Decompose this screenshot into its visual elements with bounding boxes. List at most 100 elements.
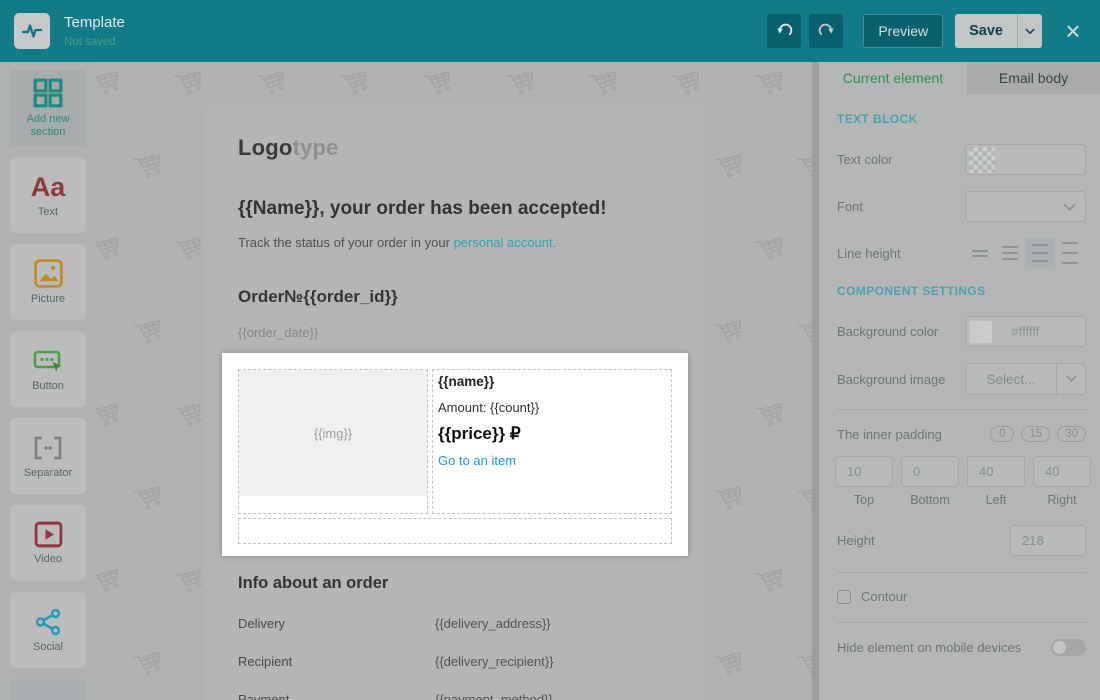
save-split-button: Save: [955, 14, 1042, 48]
contour-label: Contour: [861, 589, 908, 604]
sidebar-item-button[interactable]: Button: [10, 331, 86, 407]
logo-light: type: [292, 135, 339, 160]
line-height-option-3-selected[interactable]: [1025, 238, 1055, 268]
empty-text-row[interactable]: [238, 518, 672, 544]
padding-bottom-input[interactable]: [901, 456, 959, 487]
inner-padding-label: The inner padding: [837, 426, 942, 442]
product-text-cell[interactable]: {{name}} Amount: {{count}} {{price}} ₽ G…: [432, 369, 672, 514]
close-editor-button[interactable]: ×: [1058, 14, 1088, 48]
text-icon: Aa: [30, 171, 66, 202]
info-value: {{payment_method}}: [435, 692, 553, 700]
height-input[interactable]: [1010, 525, 1086, 556]
sidebar-item-label: Text: [37, 205, 59, 218]
font-select[interactable]: [965, 191, 1086, 222]
undo-button[interactable]: [767, 14, 802, 48]
padding-preset-30[interactable]: 30: [1057, 426, 1086, 442]
background-color-input[interactable]: #ffffff: [965, 316, 1086, 347]
text-color-picker[interactable]: [965, 144, 1086, 175]
info-label: Delivery: [238, 616, 285, 631]
settings-panel: Current element Email body TEXT BLOCK Te…: [819, 62, 1100, 700]
background-image-control: Select...: [965, 363, 1086, 395]
padding-top-input[interactable]: [835, 456, 893, 487]
product-amount[interactable]: Amount: {{count}}: [438, 400, 671, 415]
chevron-down-icon: [1025, 28, 1035, 35]
info-row-delivery[interactable]: Delivery {{delivery_address}}: [238, 616, 672, 631]
redo-icon: [818, 23, 834, 35]
info-label: Recipient: [238, 654, 293, 669]
font-label: Font: [837, 199, 864, 214]
background-color-label: Background color: [837, 324, 939, 339]
component-settings-section-title: COMPONENT SETTINGS: [837, 284, 986, 298]
sidebar-item-add-new-section[interactable]: Add new section: [10, 70, 86, 146]
line-height-option-1[interactable]: [965, 238, 995, 268]
grid-icon: [33, 78, 63, 108]
panel-tabs: Current element Email body: [819, 62, 1100, 94]
contour-checkbox[interactable]: [837, 589, 851, 604]
subtext: Track the status of your order in your: [238, 235, 454, 250]
padding-presets: 0 15 30: [990, 426, 1086, 442]
padding-preset-0[interactable]: 0: [990, 426, 1015, 442]
line-height-option-2[interactable]: [995, 238, 1025, 268]
padding-preset-15[interactable]: 15: [1021, 426, 1051, 442]
save-dropdown-button[interactable]: [1017, 14, 1042, 48]
divider: [837, 572, 1086, 573]
button-icon: [33, 350, 62, 372]
sidebar-item-label: Add new section: [26, 113, 70, 138]
email-subtext-block[interactable]: Track the status of your order in your p…: [238, 235, 672, 250]
video-icon: [34, 521, 62, 548]
selected-section[interactable]: {{img}} {{name}} Amount: {{count}} {{pri…: [222, 353, 688, 556]
sidebar-item-label: Video: [34, 553, 62, 565]
blocks-sidebar: Add new section Aa Text Picture Button S…: [0, 62, 95, 700]
canvas-scrollbar[interactable]: [812, 62, 819, 700]
redo-button[interactable]: [809, 14, 844, 48]
share-icon: [35, 608, 60, 635]
padding-left-caption: Left: [985, 493, 1007, 507]
preview-button[interactable]: Preview: [863, 14, 944, 48]
separator-icon: [34, 436, 62, 459]
image-placeholder[interactable]: {{img}}: [239, 370, 427, 496]
padding-right-input[interactable]: [1033, 456, 1091, 487]
padding-inputs: Top Bottom Left Right: [835, 456, 1091, 507]
info-heading-block[interactable]: Info about an order: [238, 574, 672, 593]
product-name[interactable]: {{name}}: [438, 374, 671, 389]
padding-left-input[interactable]: [967, 456, 1025, 487]
tab-current-element[interactable]: Current element: [819, 62, 967, 94]
toggle-knob: [1053, 641, 1066, 654]
sidebar-item-goods[interactable]: [10, 679, 86, 700]
topbar: Template Not saved Preview Save ×: [0, 0, 1100, 62]
height-label: Height: [837, 533, 875, 548]
personal-account-link[interactable]: personal account.: [454, 235, 557, 250]
line-height-option-4[interactable]: [1055, 238, 1085, 268]
product-image-cell[interactable]: {{img}}: [238, 369, 428, 514]
logo-text-block[interactable]: Logotype: [238, 135, 672, 161]
sidebar-item-separator[interactable]: Separator: [10, 418, 86, 494]
template-title: Template: [64, 14, 125, 31]
info-row-payment[interactable]: Payment {{payment_method}}: [238, 692, 672, 700]
sidebar-item-text[interactable]: Aa Text: [10, 157, 86, 233]
save-button[interactable]: Save: [955, 14, 1017, 48]
background-image-dropdown-button[interactable]: [1057, 363, 1086, 395]
product-price[interactable]: {{price}} ₽: [438, 424, 671, 444]
hide-mobile-toggle[interactable]: [1051, 639, 1086, 656]
tab-email-body[interactable]: Email body: [967, 62, 1100, 94]
info-row-recipient[interactable]: Recipient {{delivery_recipient}}: [238, 654, 672, 669]
text-color-label: Text color: [837, 152, 893, 167]
background-image-select-button[interactable]: Select...: [965, 363, 1057, 395]
order-date-block[interactable]: {{order_date}}: [238, 325, 672, 340]
go-to-item-link[interactable]: Go to an item: [438, 453, 671, 468]
sidebar-item-label: Picture: [30, 293, 66, 305]
text-block-section-title: TEXT BLOCK: [837, 112, 918, 126]
sidebar-item-social[interactable]: Social: [10, 592, 86, 668]
undo-icon: [777, 23, 793, 35]
order-number-block[interactable]: Order№{{order_id}}: [238, 287, 672, 307]
hide-mobile-label: Hide element on mobile devices: [837, 639, 1022, 655]
chevron-down-icon: [1063, 203, 1076, 212]
email-heading-block[interactable]: {{Name}}, your order has been accepted!: [238, 198, 672, 220]
transparent-swatch: [969, 147, 995, 173]
save-status: Not saved: [64, 36, 116, 48]
padding-bottom-caption: Bottom: [910, 493, 950, 507]
contour-checkbox-row[interactable]: Contour: [837, 589, 1086, 604]
sidebar-item-picture[interactable]: Picture: [10, 244, 86, 320]
sidebar-item-video[interactable]: Video: [10, 505, 86, 581]
sidebar-item-label: Button: [32, 379, 64, 392]
